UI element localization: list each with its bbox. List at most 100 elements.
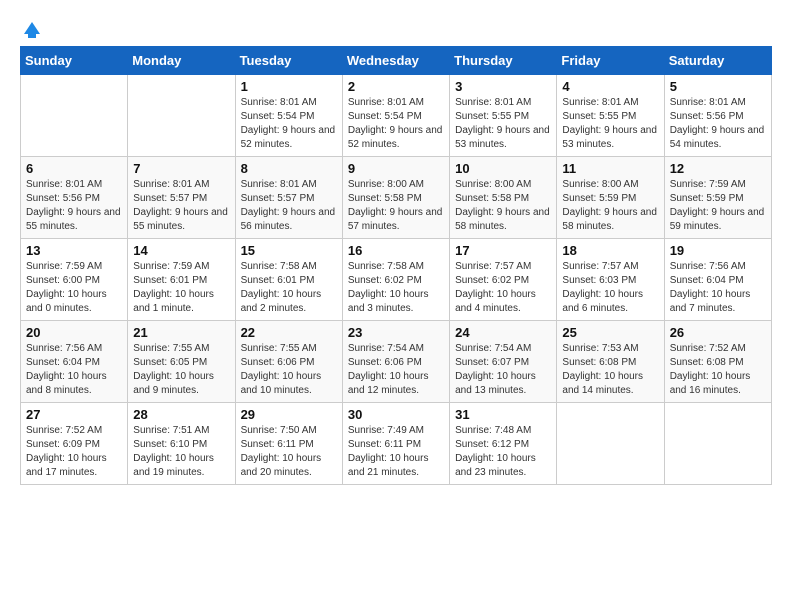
day-info: Sunrise: 8:01 AM Sunset: 5:55 PM Dayligh… <box>455 96 551 152</box>
calendar-cell: 28 Sunrise: 7:51 AM Sunset: 6:10 PM Dayli… <box>128 403 235 485</box>
calendar-cell: 15 Sunrise: 7:58 AM Sunset: 6:01 PM Dayli… <box>235 239 342 321</box>
page-header <box>20 20 772 36</box>
calendar-cell: 20Sunrise: 7:56 AM Sunset: 6:04 PM Dayli… <box>21 321 128 403</box>
day-info: Sunrise: 7:58 AM Sunset: 6:01 PM Dayligh… <box>241 260 337 316</box>
day-number: 31 <box>455 407 551 422</box>
calendar-cell <box>664 403 771 485</box>
day-info: Sunrise: 7:50 AM Sunset: 6:11 PM Dayligh… <box>241 424 337 480</box>
day-info: Sunrise: 7:59 AM Sunset: 5:59 PM Dayligh… <box>670 178 766 234</box>
day-info: Sunrise: 8:01 AM Sunset: 5:54 PM Dayligh… <box>241 96 337 152</box>
day-info: Sunrise: 8:01 AM Sunset: 5:54 PM Dayligh… <box>348 96 444 152</box>
column-header-tuesday: Tuesday <box>235 47 342 75</box>
day-info: Sunrise: 7:58 AM Sunset: 6:02 PM Dayligh… <box>348 260 444 316</box>
calendar-cell: 17 Sunrise: 7:57 AM Sunset: 6:02 PM Dayli… <box>450 239 557 321</box>
calendar-cell: 14 Sunrise: 7:59 AM Sunset: 6:01 PM Dayli… <box>128 239 235 321</box>
calendar-table: SundayMondayTuesdayWednesdayThursdayFrid… <box>20 46 772 485</box>
column-header-wednesday: Wednesday <box>342 47 449 75</box>
calendar-cell <box>557 403 664 485</box>
day-number: 28 <box>133 407 229 422</box>
calendar-cell: 24 Sunrise: 7:54 AM Sunset: 6:07 PM Dayli… <box>450 321 557 403</box>
day-number: 27 <box>26 407 122 422</box>
calendar-cell <box>21 75 128 157</box>
day-info: Sunrise: 7:52 AM Sunset: 6:08 PM Dayligh… <box>670 342 766 398</box>
calendar-cell: 13 Sunrise: 7:59 AM Sunset: 6:00 PM Dayli… <box>21 239 128 321</box>
day-info: Sunrise: 8:01 AM Sunset: 5:57 PM Dayligh… <box>241 178 337 234</box>
day-number: 8 <box>241 161 337 176</box>
day-number: 23 <box>348 325 444 340</box>
calendar-cell: 16 Sunrise: 7:58 AM Sunset: 6:02 PM Dayli… <box>342 239 449 321</box>
column-header-thursday: Thursday <box>450 47 557 75</box>
day-info: Sunrise: 7:53 AM Sunset: 6:08 PM Dayligh… <box>562 342 658 398</box>
day-info: Sunrise: 8:01 AM Sunset: 5:57 PM Dayligh… <box>133 178 229 234</box>
column-header-saturday: Saturday <box>664 47 771 75</box>
calendar-cell: 5Sunrise: 8:01 AM Sunset: 5:56 PM Daylig… <box>664 75 771 157</box>
day-info: Sunrise: 8:00 AM Sunset: 5:59 PM Dayligh… <box>562 178 658 234</box>
day-info: Sunrise: 8:01 AM Sunset: 5:55 PM Dayligh… <box>562 96 658 152</box>
day-number: 9 <box>348 161 444 176</box>
day-number: 2 <box>348 79 444 94</box>
calendar-cell: 3Sunrise: 8:01 AM Sunset: 5:55 PM Daylig… <box>450 75 557 157</box>
day-number: 26 <box>670 325 766 340</box>
day-number: 18 <box>562 243 658 258</box>
calendar-cell: 10 Sunrise: 8:00 AM Sunset: 5:58 PM Dayli… <box>450 157 557 239</box>
day-number: 19 <box>670 243 766 258</box>
day-info: Sunrise: 8:00 AM Sunset: 5:58 PM Dayligh… <box>348 178 444 234</box>
day-number: 6 <box>26 161 122 176</box>
day-info: Sunrise: 7:57 AM Sunset: 6:03 PM Dayligh… <box>562 260 658 316</box>
day-info: Sunrise: 7:54 AM Sunset: 6:07 PM Dayligh… <box>455 342 551 398</box>
calendar-cell: 7 Sunrise: 8:01 AM Sunset: 5:57 PM Daylig… <box>128 157 235 239</box>
day-info: Sunrise: 7:48 AM Sunset: 6:12 PM Dayligh… <box>455 424 551 480</box>
calendar-week-row: 13 Sunrise: 7:59 AM Sunset: 6:00 PM Dayli… <box>21 239 772 321</box>
day-number: 13 <box>26 243 122 258</box>
calendar-cell: 11 Sunrise: 8:00 AM Sunset: 5:59 PM Dayli… <box>557 157 664 239</box>
calendar-cell <box>128 75 235 157</box>
day-number: 4 <box>562 79 658 94</box>
calendar-cell: 22Sunrise: 7:55 AM Sunset: 6:06 PM Dayli… <box>235 321 342 403</box>
calendar-week-row: 27 Sunrise: 7:52 AM Sunset: 6:09 PM Dayli… <box>21 403 772 485</box>
day-info: Sunrise: 8:01 AM Sunset: 5:56 PM Dayligh… <box>26 178 122 234</box>
day-number: 30 <box>348 407 444 422</box>
day-number: 1 <box>241 79 337 94</box>
day-info: Sunrise: 7:55 AM Sunset: 6:06 PM Dayligh… <box>241 342 337 398</box>
day-number: 10 <box>455 161 551 176</box>
day-number: 25 <box>562 325 658 340</box>
day-info: Sunrise: 7:59 AM Sunset: 6:01 PM Dayligh… <box>133 260 229 316</box>
calendar-cell: 12Sunrise: 7:59 AM Sunset: 5:59 PM Dayli… <box>664 157 771 239</box>
day-number: 5 <box>670 79 766 94</box>
calendar-cell: 9 Sunrise: 8:00 AM Sunset: 5:58 PM Daylig… <box>342 157 449 239</box>
calendar-cell: 4 Sunrise: 8:01 AM Sunset: 5:55 PM Daylig… <box>557 75 664 157</box>
calendar-cell: 19Sunrise: 7:56 AM Sunset: 6:04 PM Dayli… <box>664 239 771 321</box>
day-number: 17 <box>455 243 551 258</box>
day-info: Sunrise: 7:49 AM Sunset: 6:11 PM Dayligh… <box>348 424 444 480</box>
day-number: 29 <box>241 407 337 422</box>
day-number: 16 <box>348 243 444 258</box>
day-number: 15 <box>241 243 337 258</box>
day-info: Sunrise: 7:51 AM Sunset: 6:10 PM Dayligh… <box>133 424 229 480</box>
calendar-cell: 26 Sunrise: 7:52 AM Sunset: 6:08 PM Dayli… <box>664 321 771 403</box>
day-number: 20 <box>26 325 122 340</box>
calendar-cell: 8 Sunrise: 8:01 AM Sunset: 5:57 PM Daylig… <box>235 157 342 239</box>
day-number: 14 <box>133 243 229 258</box>
calendar-cell: 27 Sunrise: 7:52 AM Sunset: 6:09 PM Dayli… <box>21 403 128 485</box>
day-info: Sunrise: 7:52 AM Sunset: 6:09 PM Dayligh… <box>26 424 122 480</box>
day-info: Sunrise: 7:55 AM Sunset: 6:05 PM Dayligh… <box>133 342 229 398</box>
calendar-cell: 23Sunrise: 7:54 AM Sunset: 6:06 PM Dayli… <box>342 321 449 403</box>
calendar-week-row: 6 Sunrise: 8:01 AM Sunset: 5:56 PM Daylig… <box>21 157 772 239</box>
calendar-cell: 18 Sunrise: 7:57 AM Sunset: 6:03 PM Dayli… <box>557 239 664 321</box>
day-info: Sunrise: 8:00 AM Sunset: 5:58 PM Dayligh… <box>455 178 551 234</box>
day-info: Sunrise: 7:57 AM Sunset: 6:02 PM Dayligh… <box>455 260 551 316</box>
column-header-friday: Friday <box>557 47 664 75</box>
day-info: Sunrise: 7:59 AM Sunset: 6:00 PM Dayligh… <box>26 260 122 316</box>
calendar-week-row: 20Sunrise: 7:56 AM Sunset: 6:04 PM Dayli… <box>21 321 772 403</box>
logo <box>20 20 42 36</box>
day-number: 24 <box>455 325 551 340</box>
day-number: 7 <box>133 161 229 176</box>
calendar-cell: 21 Sunrise: 7:55 AM Sunset: 6:05 PM Dayli… <box>128 321 235 403</box>
column-header-monday: Monday <box>128 47 235 75</box>
calendar-cell: 2 Sunrise: 8:01 AM Sunset: 5:54 PM Daylig… <box>342 75 449 157</box>
calendar-week-row: 1 Sunrise: 8:01 AM Sunset: 5:54 PM Daylig… <box>21 75 772 157</box>
day-number: 21 <box>133 325 229 340</box>
day-number: 11 <box>562 161 658 176</box>
calendar-cell: 30 Sunrise: 7:49 AM Sunset: 6:11 PM Dayli… <box>342 403 449 485</box>
calendar-cell: 6 Sunrise: 8:01 AM Sunset: 5:56 PM Daylig… <box>21 157 128 239</box>
